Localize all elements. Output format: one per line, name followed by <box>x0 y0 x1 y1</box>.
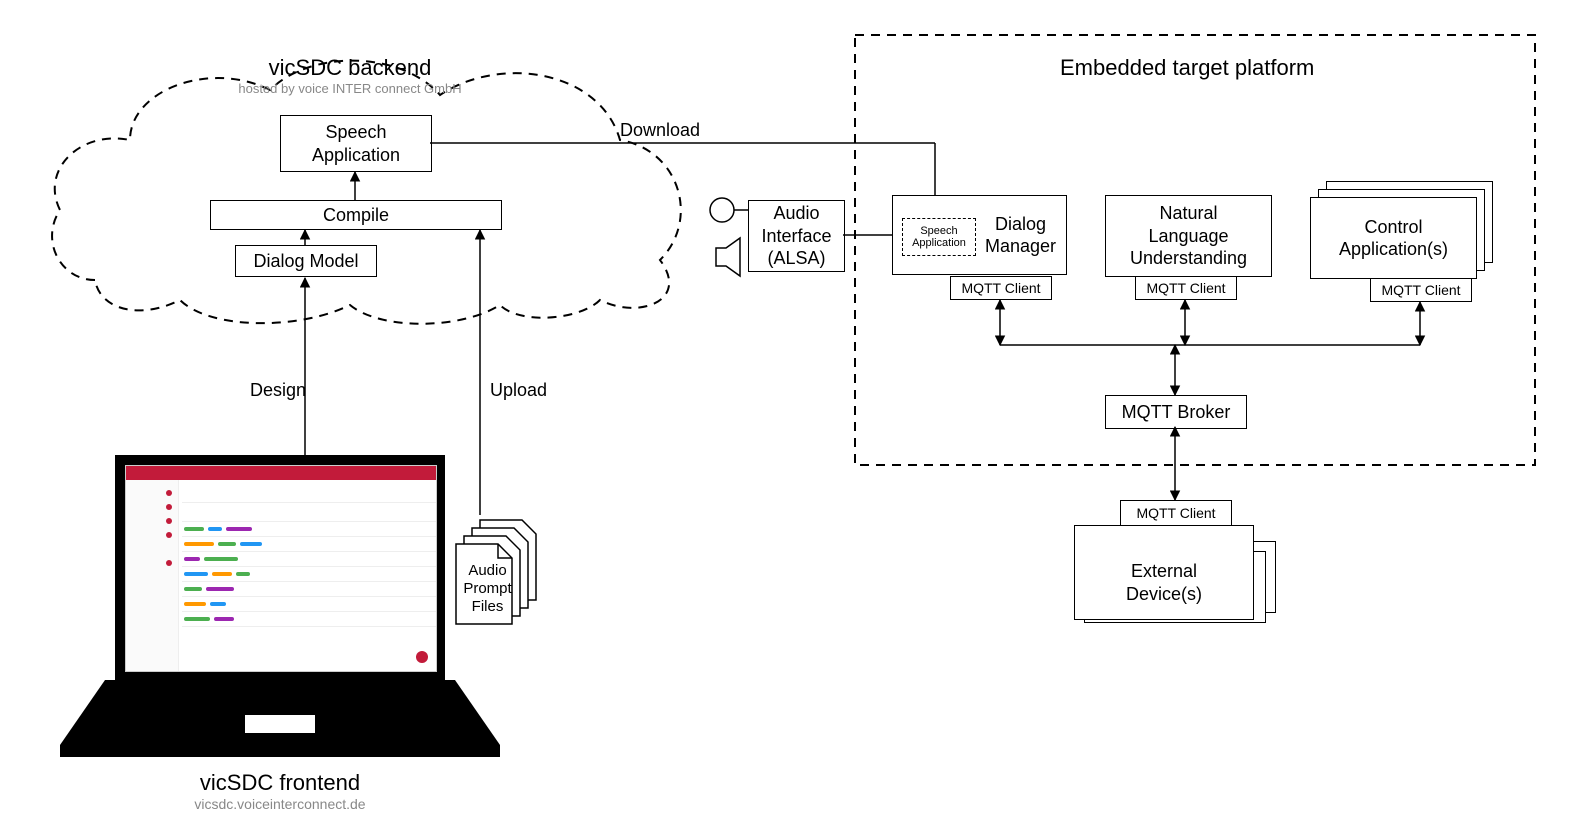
target-connectors <box>0 0 1569 825</box>
architecture-diagram: vicSDC backend hosted by voice INTER con… <box>0 0 1569 825</box>
mqtt-client-external: MQTT Client <box>1120 500 1232 526</box>
external-device-box: External Device(s) <box>1074 525 1254 620</box>
